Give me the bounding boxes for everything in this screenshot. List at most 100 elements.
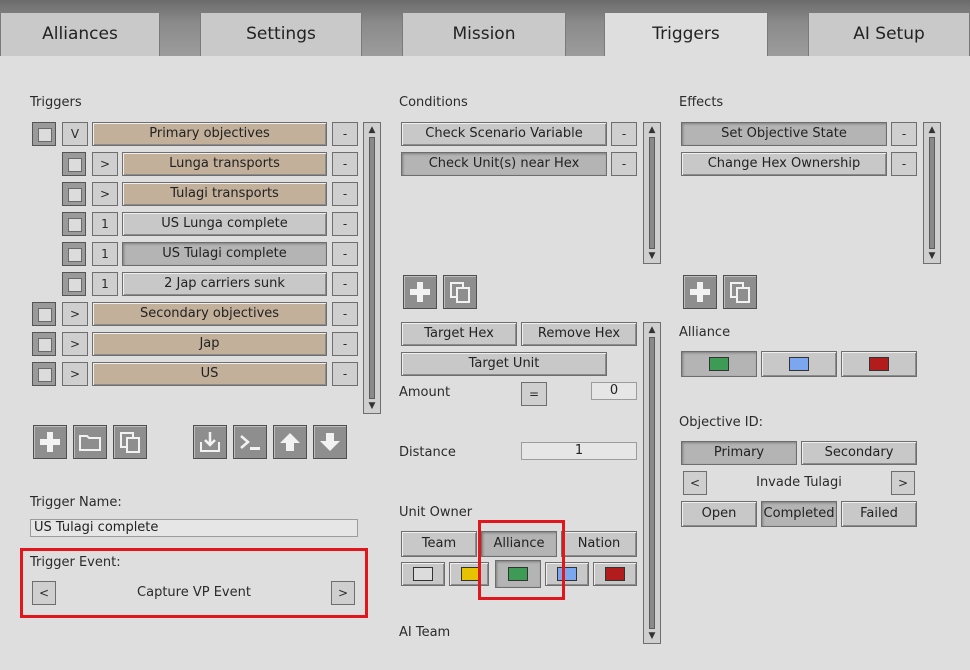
trigger-expand-toggle[interactable]: V: [62, 122, 88, 146]
target-hex-button[interactable]: Target Hex: [401, 322, 517, 346]
scroll-down-icon[interactable]: ▼: [646, 250, 658, 262]
alliance-green-button[interactable]: [681, 351, 757, 377]
trigger-item[interactable]: Lunga transports: [122, 152, 327, 176]
objective-secondary-button[interactable]: Secondary: [801, 441, 917, 465]
amount-input[interactable]: 0: [591, 382, 637, 400]
amount-operator-button[interactable]: =: [521, 382, 547, 406]
scroll-down-icon[interactable]: ▼: [646, 630, 658, 642]
trigger-checkbox[interactable]: [32, 362, 56, 386]
owner-team-button[interactable]: Team: [401, 531, 477, 557]
copy-trigger-button[interactable]: [113, 425, 147, 459]
triggers-scrollbar[interactable]: ▲ ▼: [363, 122, 381, 414]
tab-triggers[interactable]: Triggers: [604, 12, 768, 58]
target-unit-button[interactable]: Target Unit: [401, 352, 607, 376]
trigger-item-selected[interactable]: US Tulagi complete: [122, 242, 327, 266]
conditions-scrollbar[interactable]: ▲ ▼: [643, 122, 661, 264]
alliance-blue-button[interactable]: [761, 351, 837, 377]
trigger-remove-button[interactable]: -: [332, 302, 358, 326]
trigger-expand-toggle[interactable]: >: [62, 302, 88, 326]
add-folder-button[interactable]: [73, 425, 107, 459]
condition-item[interactable]: Check Scenario Variable: [401, 122, 607, 146]
trigger-remove-button[interactable]: -: [332, 272, 358, 296]
tab-alliances[interactable]: Alliances: [0, 12, 160, 56]
add-condition-button[interactable]: [403, 275, 437, 309]
objective-id-label: Objective ID:: [679, 415, 763, 430]
owner-nation-button[interactable]: Nation: [561, 531, 637, 557]
trigger-checkbox[interactable]: [32, 332, 56, 356]
trigger-remove-button[interactable]: -: [332, 122, 358, 146]
trigger-order-number: 1: [92, 272, 118, 296]
owner-white-button[interactable]: [401, 562, 445, 586]
effect-remove-button[interactable]: -: [891, 152, 917, 176]
distance-input[interactable]: 1: [521, 442, 637, 460]
scroll-up-icon[interactable]: ▲: [646, 124, 658, 136]
trigger-expand-toggle[interactable]: >: [62, 332, 88, 356]
trigger-expand-toggle[interactable]: >: [62, 362, 88, 386]
condition-remove-button[interactable]: -: [611, 122, 637, 146]
state-completed-button[interactable]: Completed: [761, 501, 837, 527]
trigger-item[interactable]: 2 Jap carriers sunk: [122, 272, 327, 296]
trigger-checkbox[interactable]: [62, 212, 86, 236]
terminal-icon: [240, 435, 260, 450]
trigger-checkbox[interactable]: [32, 302, 56, 326]
trigger-remove-button[interactable]: -: [332, 182, 358, 206]
amount-label: Amount: [399, 385, 451, 400]
trigger-item[interactable]: US Lunga complete: [122, 212, 327, 236]
effects-scrollbar[interactable]: ▲ ▼: [923, 122, 941, 264]
blue-swatch: [789, 357, 809, 371]
condition-remove-button[interactable]: -: [611, 152, 637, 176]
effect-remove-button[interactable]: -: [891, 122, 917, 146]
trigger-name-input[interactable]: US Tulagi complete: [30, 519, 358, 537]
copy-effect-button[interactable]: [723, 275, 757, 309]
trigger-remove-button[interactable]: -: [332, 242, 358, 266]
trigger-checkbox[interactable]: [62, 152, 86, 176]
add-effect-button[interactable]: [683, 275, 717, 309]
trigger-expand-toggle[interactable]: >: [92, 152, 118, 176]
trigger-expand-toggle[interactable]: >: [92, 182, 118, 206]
objective-next-button[interactable]: >: [891, 471, 915, 495]
condition-item-selected[interactable]: Check Unit(s) near Hex: [401, 152, 607, 176]
tab-ai-setup[interactable]: AI Setup: [808, 12, 970, 56]
trigger-remove-button[interactable]: -: [332, 212, 358, 236]
trigger-item[interactable]: US: [92, 362, 327, 386]
trigger-item[interactable]: Primary objectives: [92, 122, 327, 146]
condition-details-scrollbar[interactable]: ▲ ▼: [643, 322, 661, 644]
move-up-button[interactable]: [273, 425, 307, 459]
tab-settings[interactable]: Settings: [200, 12, 362, 56]
script-button[interactable]: [233, 425, 267, 459]
objective-primary-button[interactable]: Primary: [681, 441, 797, 465]
add-trigger-button[interactable]: [33, 425, 67, 459]
scroll-track[interactable]: [369, 137, 375, 399]
scroll-up-icon[interactable]: ▲: [366, 124, 378, 136]
effect-item[interactable]: Change Hex Ownership: [681, 152, 887, 176]
state-open-button[interactable]: Open: [681, 501, 757, 527]
scroll-up-icon[interactable]: ▲: [646, 324, 658, 336]
scroll-down-icon[interactable]: ▼: [926, 250, 938, 262]
trigger-checkbox[interactable]: [62, 242, 86, 266]
objective-prev-button[interactable]: <: [683, 471, 707, 495]
trigger-remove-button[interactable]: -: [332, 332, 358, 356]
remove-hex-button[interactable]: Remove Hex: [521, 322, 637, 346]
trigger-checkbox[interactable]: [32, 122, 56, 146]
alliance-red-button[interactable]: [841, 351, 917, 377]
copy-icon: [450, 282, 470, 303]
trigger-item[interactable]: Tulagi transports: [122, 182, 327, 206]
trigger-checkbox[interactable]: [62, 272, 86, 296]
owner-red-button[interactable]: [593, 562, 637, 586]
scroll-up-icon[interactable]: ▲: [926, 124, 938, 136]
state-failed-button[interactable]: Failed: [841, 501, 917, 527]
scroll-down-icon[interactable]: ▼: [366, 400, 378, 412]
trigger-remove-button[interactable]: -: [332, 362, 358, 386]
trigger-item[interactable]: Jap: [92, 332, 327, 356]
move-down-button[interactable]: [313, 425, 347, 459]
scroll-track[interactable]: [649, 337, 655, 629]
trigger-item[interactable]: Secondary objectives: [92, 302, 327, 326]
effect-item-selected[interactable]: Set Objective State: [681, 122, 887, 146]
tab-mission[interactable]: Mission: [402, 12, 566, 56]
copy-condition-button[interactable]: [443, 275, 477, 309]
scroll-track[interactable]: [929, 137, 935, 249]
import-button[interactable]: [193, 425, 227, 459]
scroll-track[interactable]: [649, 137, 655, 249]
trigger-checkbox[interactable]: [62, 182, 86, 206]
trigger-remove-button[interactable]: -: [332, 152, 358, 176]
